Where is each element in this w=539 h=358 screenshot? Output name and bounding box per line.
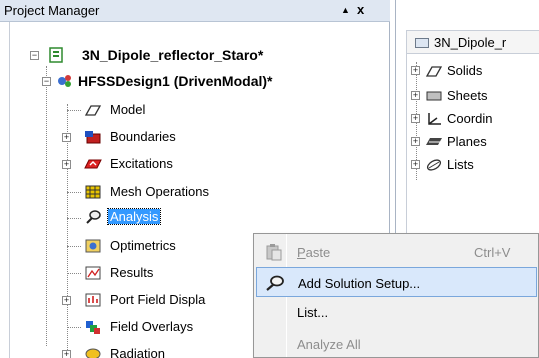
tree-item-model[interactable]: Model [60, 99, 360, 121]
modeler-title: 3N_Dipole_r [434, 35, 507, 50]
tree-item-label: Results [110, 265, 154, 280]
tree-item-mesh-operations[interactable]: Mesh Operations [60, 181, 360, 203]
boundaries-icon [85, 131, 101, 144]
planes-icon [426, 138, 442, 145]
modeler-item-label: Planes [447, 134, 487, 149]
project-manager-title-bar: Project Manager ▲ x [0, 0, 390, 22]
modeler-item-label: Coordin [447, 111, 493, 126]
menu-item-label: List... [297, 305, 329, 320]
tree-item-label: Model [110, 102, 146, 117]
expand-icon[interactable]: + [411, 66, 420, 75]
expand-icon[interactable]: + [62, 296, 71, 305]
expand-icon[interactable]: + [411, 91, 420, 100]
tree-branch-line [67, 327, 81, 328]
panel-divider [9, 22, 10, 358]
tree-item-project[interactable]: − 3N_Dipole_reflector_Staro* [24, 45, 374, 67]
pin-icon[interactable]: ▲ [341, 5, 350, 15]
menu-item-paste[interactable]: Paste Ctrl+V [256, 237, 537, 267]
tree-item-design[interactable]: − HFSSDesign1 (DrivenModal)* [40, 71, 380, 93]
project-manager-title: Project Manager [4, 3, 100, 18]
paste-label-rest: aste [305, 245, 331, 260]
menu-item-analyze-all[interactable]: Analyze All [256, 329, 537, 358]
expand-icon[interactable]: + [62, 350, 71, 358]
tree-branch-line [67, 192, 81, 193]
expand-icon[interactable]: + [62, 133, 71, 142]
tree-item-label: Radiation [110, 346, 165, 358]
model-icon [84, 105, 102, 116]
tree-item-label: Boundaries [110, 129, 176, 144]
tree-branch-line [67, 218, 81, 219]
menu-item-add-solution-setup[interactable]: Add Solution Setup... [256, 267, 537, 297]
modeler-item-sheets[interactable]: + Sheets [409, 85, 539, 107]
coordinate-systems-icon [428, 113, 441, 125]
field-overlays-icon [86, 321, 100, 334]
modeler-item-coordinate-systems[interactable]: + Coordin [409, 108, 539, 130]
optimetrics-icon [85, 239, 101, 253]
project-name: 3N_Dipole_reflector_Staro* [82, 47, 264, 63]
lists-icon [426, 159, 442, 171]
menu-item-label: Analyze All [297, 337, 361, 352]
collapse-icon[interactable]: − [30, 51, 39, 60]
tree-item-label: Optimetrics [110, 238, 176, 253]
modeler-item-label: Solids [447, 63, 483, 78]
expand-icon[interactable]: + [411, 114, 420, 123]
tree-item-analysis[interactable]: Analysis [60, 207, 360, 229]
expand-icon[interactable]: + [411, 160, 420, 169]
modeler-item-solids[interactable]: + Solids [409, 60, 539, 82]
project-icon [49, 47, 63, 63]
tree-item-label: Field Overlays [110, 319, 194, 334]
tree-branch-line [67, 110, 81, 111]
menu-item-shortcut: Ctrl+V [474, 245, 511, 260]
close-icon[interactable]: x [357, 2, 364, 17]
tree-guide-line [46, 66, 47, 346]
expand-icon[interactable]: + [411, 137, 420, 146]
port-field-display-icon [85, 293, 101, 307]
tree-branch-line [67, 246, 81, 247]
radiation-icon [85, 348, 101, 358]
analysis-icon [86, 210, 101, 224]
modeler-item-label: Lists [447, 157, 474, 172]
modeler-item-label: Sheets [447, 88, 488, 103]
expand-icon[interactable]: + [62, 160, 71, 169]
mesh-operations-icon [85, 185, 101, 199]
modeler-tab[interactable]: 3N_Dipole_r [406, 30, 539, 54]
menu-item-label: Paste [297, 245, 331, 260]
tree-item-label: Excitations [110, 156, 173, 171]
context-menu: Paste Ctrl+V Add Solution Setup... List.… [253, 233, 539, 358]
solids-icon [425, 66, 443, 77]
tree-item-label: Mesh Operations [110, 184, 209, 199]
window-icon [415, 38, 429, 48]
tree-item-label-selected: Analysis [106, 208, 162, 225]
tree-branch-line [67, 273, 81, 274]
results-icon [85, 266, 101, 280]
collapse-icon[interactable]: − [42, 77, 51, 86]
tree-item-label: Port Field Displa [110, 292, 206, 307]
paste-icon [266, 244, 282, 261]
hfss-design-icon [58, 75, 71, 87]
menu-item-label: Add Solution Setup... [298, 276, 421, 291]
menu-item-list[interactable]: List... [256, 297, 537, 327]
modeler-item-lists[interactable]: + Lists [409, 154, 539, 176]
design-name: HFSSDesign1 (DrivenModal)* [78, 73, 273, 89]
tree-item-excitations[interactable]: + Excitations [60, 153, 360, 175]
modeler-item-planes[interactable]: + Planes [409, 131, 539, 153]
excitations-icon [84, 159, 102, 169]
tree-item-boundaries[interactable]: + Boundaries [60, 126, 360, 148]
add-solution-setup-icon [266, 275, 284, 291]
sheets-icon [426, 91, 442, 101]
